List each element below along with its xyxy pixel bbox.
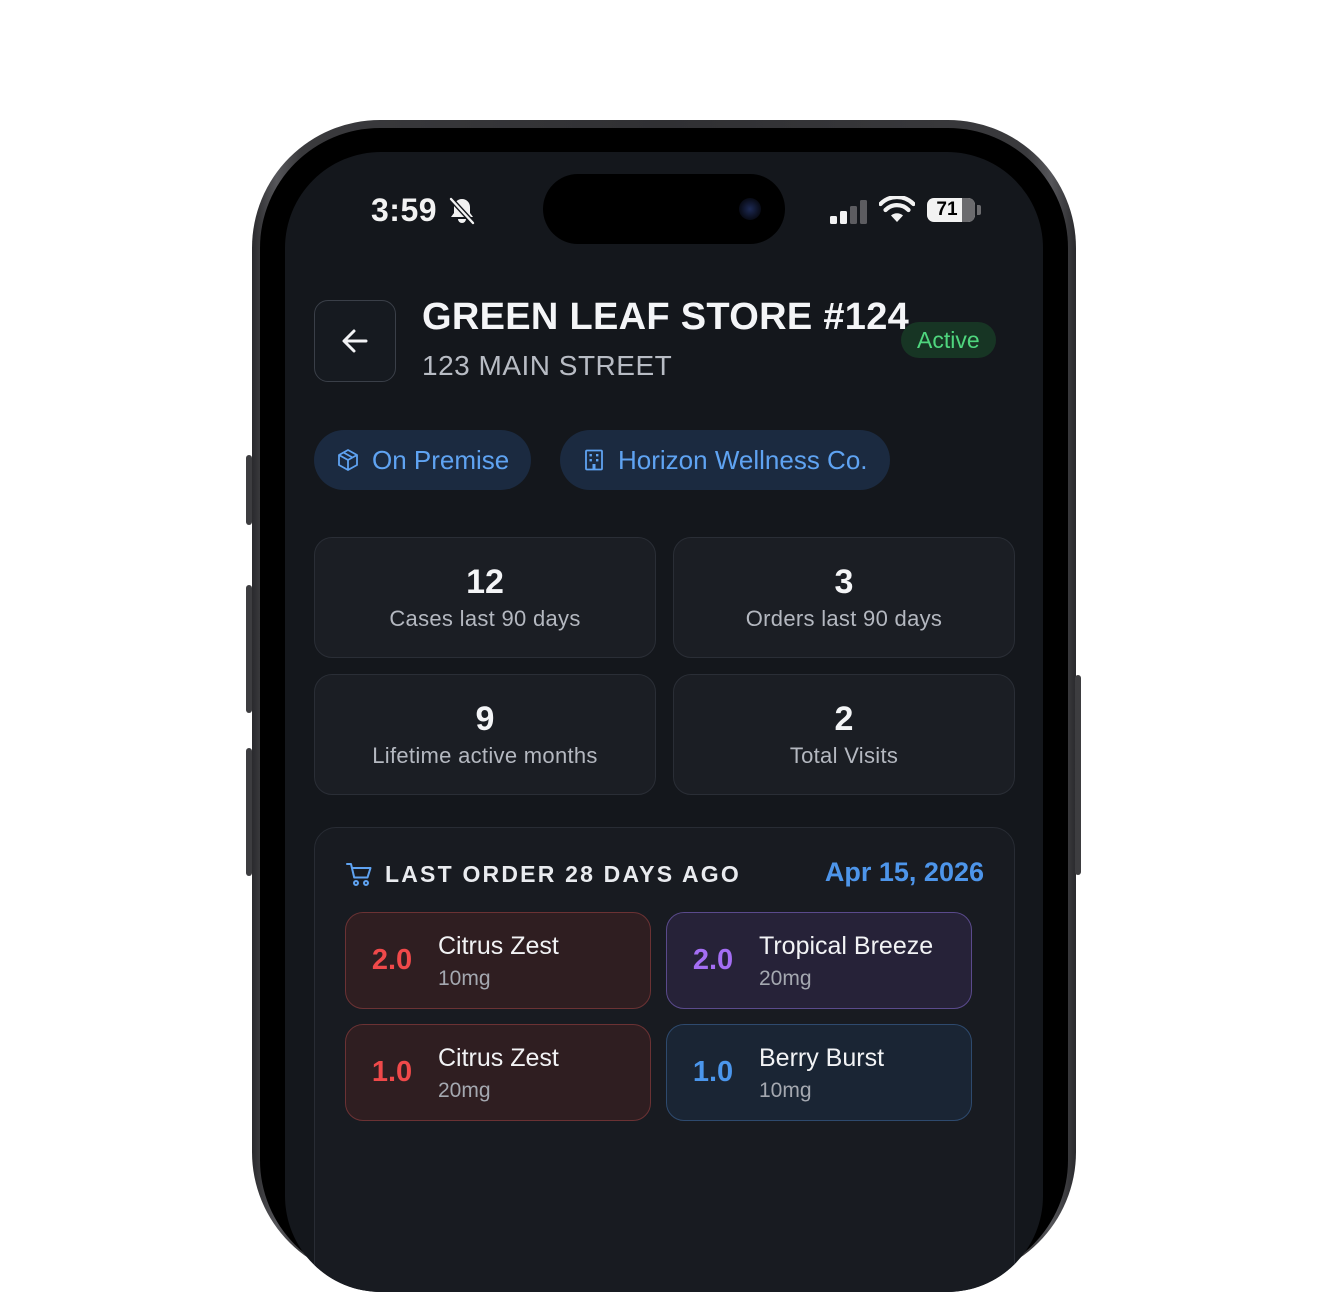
stat-label: Total Visits [789, 743, 899, 768]
store-address: 123 MAIN STREET [422, 350, 673, 381]
item-dose: 10mg [759, 1078, 812, 1102]
building-icon [585, 449, 603, 471]
order-item[interactable]: 1.0 Berry Burst 10mg [666, 1024, 972, 1121]
action-button [246, 455, 252, 525]
item-quantity: 1.0 [692, 1056, 734, 1088]
item-quantity: 2.0 [692, 944, 734, 976]
volume-down-button [246, 748, 252, 876]
stat-value: 3 [834, 563, 854, 601]
status-time: 3:59 [371, 192, 438, 228]
item-name: Citrus Zest [438, 931, 559, 960]
battery-icon: 71 [927, 198, 975, 222]
phone-frame: 3:59 71 GREEN LEAF STORE #124 123 MAIN S… [252, 120, 1076, 1292]
chip-parent-company[interactable]: Horizon Wellness Co. [560, 430, 890, 490]
item-dose: 20mg [438, 1078, 491, 1102]
status-badge: Active [901, 322, 996, 358]
volume-up-button [246, 585, 252, 713]
front-camera [739, 198, 761, 220]
chip-label: Horizon Wellness Co. [618, 444, 868, 475]
chip-label: On Premise [372, 444, 510, 475]
arrow-left-icon [342, 329, 368, 353]
item-dose: 20mg [759, 966, 812, 990]
box-icon [338, 449, 358, 471]
battery-cap [977, 205, 981, 215]
shopping-cart-icon [346, 863, 372, 886]
last-order-panel: LAST ORDER 28 DAYS AGO Apr 15, 2026 2.0 … [314, 827, 1015, 1292]
item-dose: 10mg [438, 966, 491, 990]
last-order-date: Apr 15, 2026 [824, 857, 984, 887]
bell-slash-icon [449, 197, 475, 225]
item-quantity: 2.0 [371, 944, 413, 976]
stat-card-cases: 12 Cases last 90 days [314, 537, 656, 658]
battery-level: 71 [936, 199, 958, 220]
order-item[interactable]: 2.0 Citrus Zest 10mg [345, 912, 651, 1009]
stat-label: Lifetime active months [372, 743, 598, 768]
back-button[interactable] [314, 300, 396, 382]
app-screen: 3:59 71 GREEN LEAF STORE #124 123 MAIN S… [285, 152, 1043, 1292]
stat-card-orders: 3 Orders last 90 days [673, 537, 1015, 658]
stat-card-active-months: 9 Lifetime active months [314, 674, 656, 795]
stat-label: Cases last 90 days [389, 606, 581, 631]
cellular-signal-icon [830, 200, 867, 224]
stat-label: Orders last 90 days [745, 606, 943, 631]
battery-empty-segment [962, 198, 975, 222]
power-button [1075, 675, 1081, 875]
chip-account-type[interactable]: On Premise [314, 430, 532, 490]
store-name: GREEN LEAF STORE #124 [422, 296, 910, 338]
item-quantity: 1.0 [371, 1056, 413, 1088]
stat-value: 2 [834, 700, 854, 738]
stat-value: 12 [466, 563, 504, 601]
order-item[interactable]: 1.0 Citrus Zest 20mg [345, 1024, 651, 1121]
item-name: Berry Burst [759, 1043, 885, 1072]
stat-card-visits: 2 Total Visits [673, 674, 1015, 795]
dynamic-island [543, 174, 785, 244]
item-name: Tropical Breeze [759, 931, 934, 960]
stat-value: 9 [475, 700, 495, 738]
last-order-title: LAST ORDER 28 DAYS AGO [385, 861, 741, 887]
item-name: Citrus Zest [438, 1043, 559, 1072]
wifi-icon [879, 196, 915, 222]
order-item[interactable]: 2.0 Tropical Breeze 20mg [666, 912, 972, 1009]
